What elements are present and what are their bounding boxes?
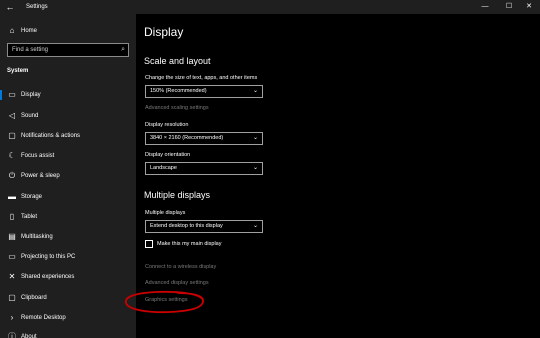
page-title: Display [144,25,184,39]
orientation-dropdown[interactable]: Landscape ⌄ [145,162,263,175]
remote-desktop-icon: › [10,313,14,322]
sidebar-item-tablet[interactable]: ▯ Tablet [7,210,127,224]
title-bar: ← Settings — ☐ ✕ [0,0,540,14]
sidebar-item-label: Remote Desktop [21,315,66,321]
multiple-displays-value: Extend desktop to this display [150,223,223,229]
search-input[interactable]: Find a setting ⌕ [7,43,129,57]
graphics-settings-link[interactable]: Graphics settings [145,296,188,304]
sidebar-item-label: Power & sleep [21,173,60,179]
multitasking-icon: ▤ [8,232,16,241]
maximize-button[interactable]: ☐ [498,0,520,14]
advanced-display-link[interactable]: Advanced display settings [145,279,209,287]
sidebar-item-label: Storage [21,194,43,200]
sidebar-item-label: Notifications & actions [21,133,81,139]
notifications-icon: ▢ [8,131,16,140]
home-label: Home [21,28,38,34]
sidebar-item-display[interactable]: ▭ Display [0,88,127,102]
home-nav-item[interactable]: ⌂ Home [7,24,127,38]
chevron-down-icon: ⌄ [252,135,258,141]
sidebar-item-projecting[interactable]: ▭ Projecting to this PC [7,250,127,264]
resolution-value: 3840 × 2160 (Recommended) [150,135,224,141]
main-content: Display Scale and layout Change the size… [136,14,540,338]
power-icon: ⏻ [8,171,16,180]
sidebar-item-remote-desktop[interactable]: › Remote Desktop [7,311,127,325]
monitor-icon: ▭ [8,90,16,99]
storage-icon: ▬ [8,192,16,201]
chevron-down-icon: ⌄ [252,165,258,171]
window-title: Settings [26,4,48,10]
wireless-display-link[interactable]: Connect to a wireless display [145,263,216,271]
home-icon: ⌂ [9,26,15,35]
projecting-icon: ▭ [8,252,16,261]
main-display-checkbox-label[interactable]: Make this my main display [157,240,222,248]
resolution-label: Display resolution [145,122,189,128]
back-arrow-icon[interactable]: ← [4,1,16,13]
chevron-down-icon: ⌄ [252,88,258,94]
multiple-displays-heading: Multiple displays [144,190,211,200]
multiple-displays-dropdown[interactable]: Extend desktop to this display ⌄ [145,220,263,233]
info-icon: ⓘ [8,332,16,338]
sidebar-section-title: System [7,68,29,74]
text-size-value: 150% (Recommended) [150,88,207,94]
text-size-dropdown[interactable]: 150% (Recommended) ⌄ [145,85,263,98]
sidebar-item-label: Focus assist [21,153,55,159]
text-size-label: Change the size of text, apps, and other… [145,75,258,81]
tablet-icon: ▯ [9,212,15,221]
sidebar-item-sound[interactable]: ◁ Sound [7,109,127,123]
sidebar-item-label: Tablet [21,214,38,220]
resolution-dropdown[interactable]: 3840 × 2160 (Recommended) ⌄ [145,132,263,145]
main-display-checkbox[interactable] [145,240,153,248]
sidebar-item-power-sleep[interactable]: ⏻ Power & sleep [7,169,127,183]
minimize-button[interactable]: — [474,0,496,14]
scale-layout-heading: Scale and layout [144,56,211,66]
clipboard-icon: ▢ [8,293,16,302]
sidebar-item-multitasking[interactable]: ▤ Multitasking [7,230,127,244]
sidebar-item-focus-assist[interactable]: ☾ Focus assist [7,149,127,163]
sidebar-item-label: Sound [21,113,39,119]
sidebar-item-label: Clipboard [21,295,47,301]
sidebar-item-label: Display [21,92,41,98]
sidebar-item-clipboard[interactable]: ▢ Clipboard [7,291,127,305]
sidebar-item-label: Projecting to this PC [21,254,76,260]
sidebar-item-label: About [21,334,37,338]
sidebar-item-label: Shared experiences [21,274,75,280]
shared-icon: ✕ [8,272,16,281]
chevron-down-icon: ⌄ [252,223,258,229]
orientation-label: Display orientation [145,152,191,158]
sidebar-item-storage[interactable]: ▬ Storage [7,190,127,204]
advanced-scaling-link[interactable]: Advanced scaling settings [145,104,209,112]
search-icon[interactable]: ⌕ [121,44,125,56]
sidebar-item-shared-experiences[interactable]: ✕ Shared experiences [7,270,127,284]
speaker-icon: ◁ [8,111,16,120]
sidebar: ⌂ Home Find a setting ⌕ System ▭ Display… [0,14,136,338]
search-placeholder: Find a setting [12,47,49,53]
sidebar-item-label: Multitasking [21,234,53,240]
close-button[interactable]: ✕ [518,0,540,14]
sidebar-item-about[interactable]: ⓘ About [7,330,127,338]
moon-icon: ☾ [8,151,16,160]
orientation-value: Landscape [150,165,177,171]
multiple-displays-label: Multiple displays [145,210,186,216]
sidebar-item-notifications[interactable]: ▢ Notifications & actions [7,129,127,143]
